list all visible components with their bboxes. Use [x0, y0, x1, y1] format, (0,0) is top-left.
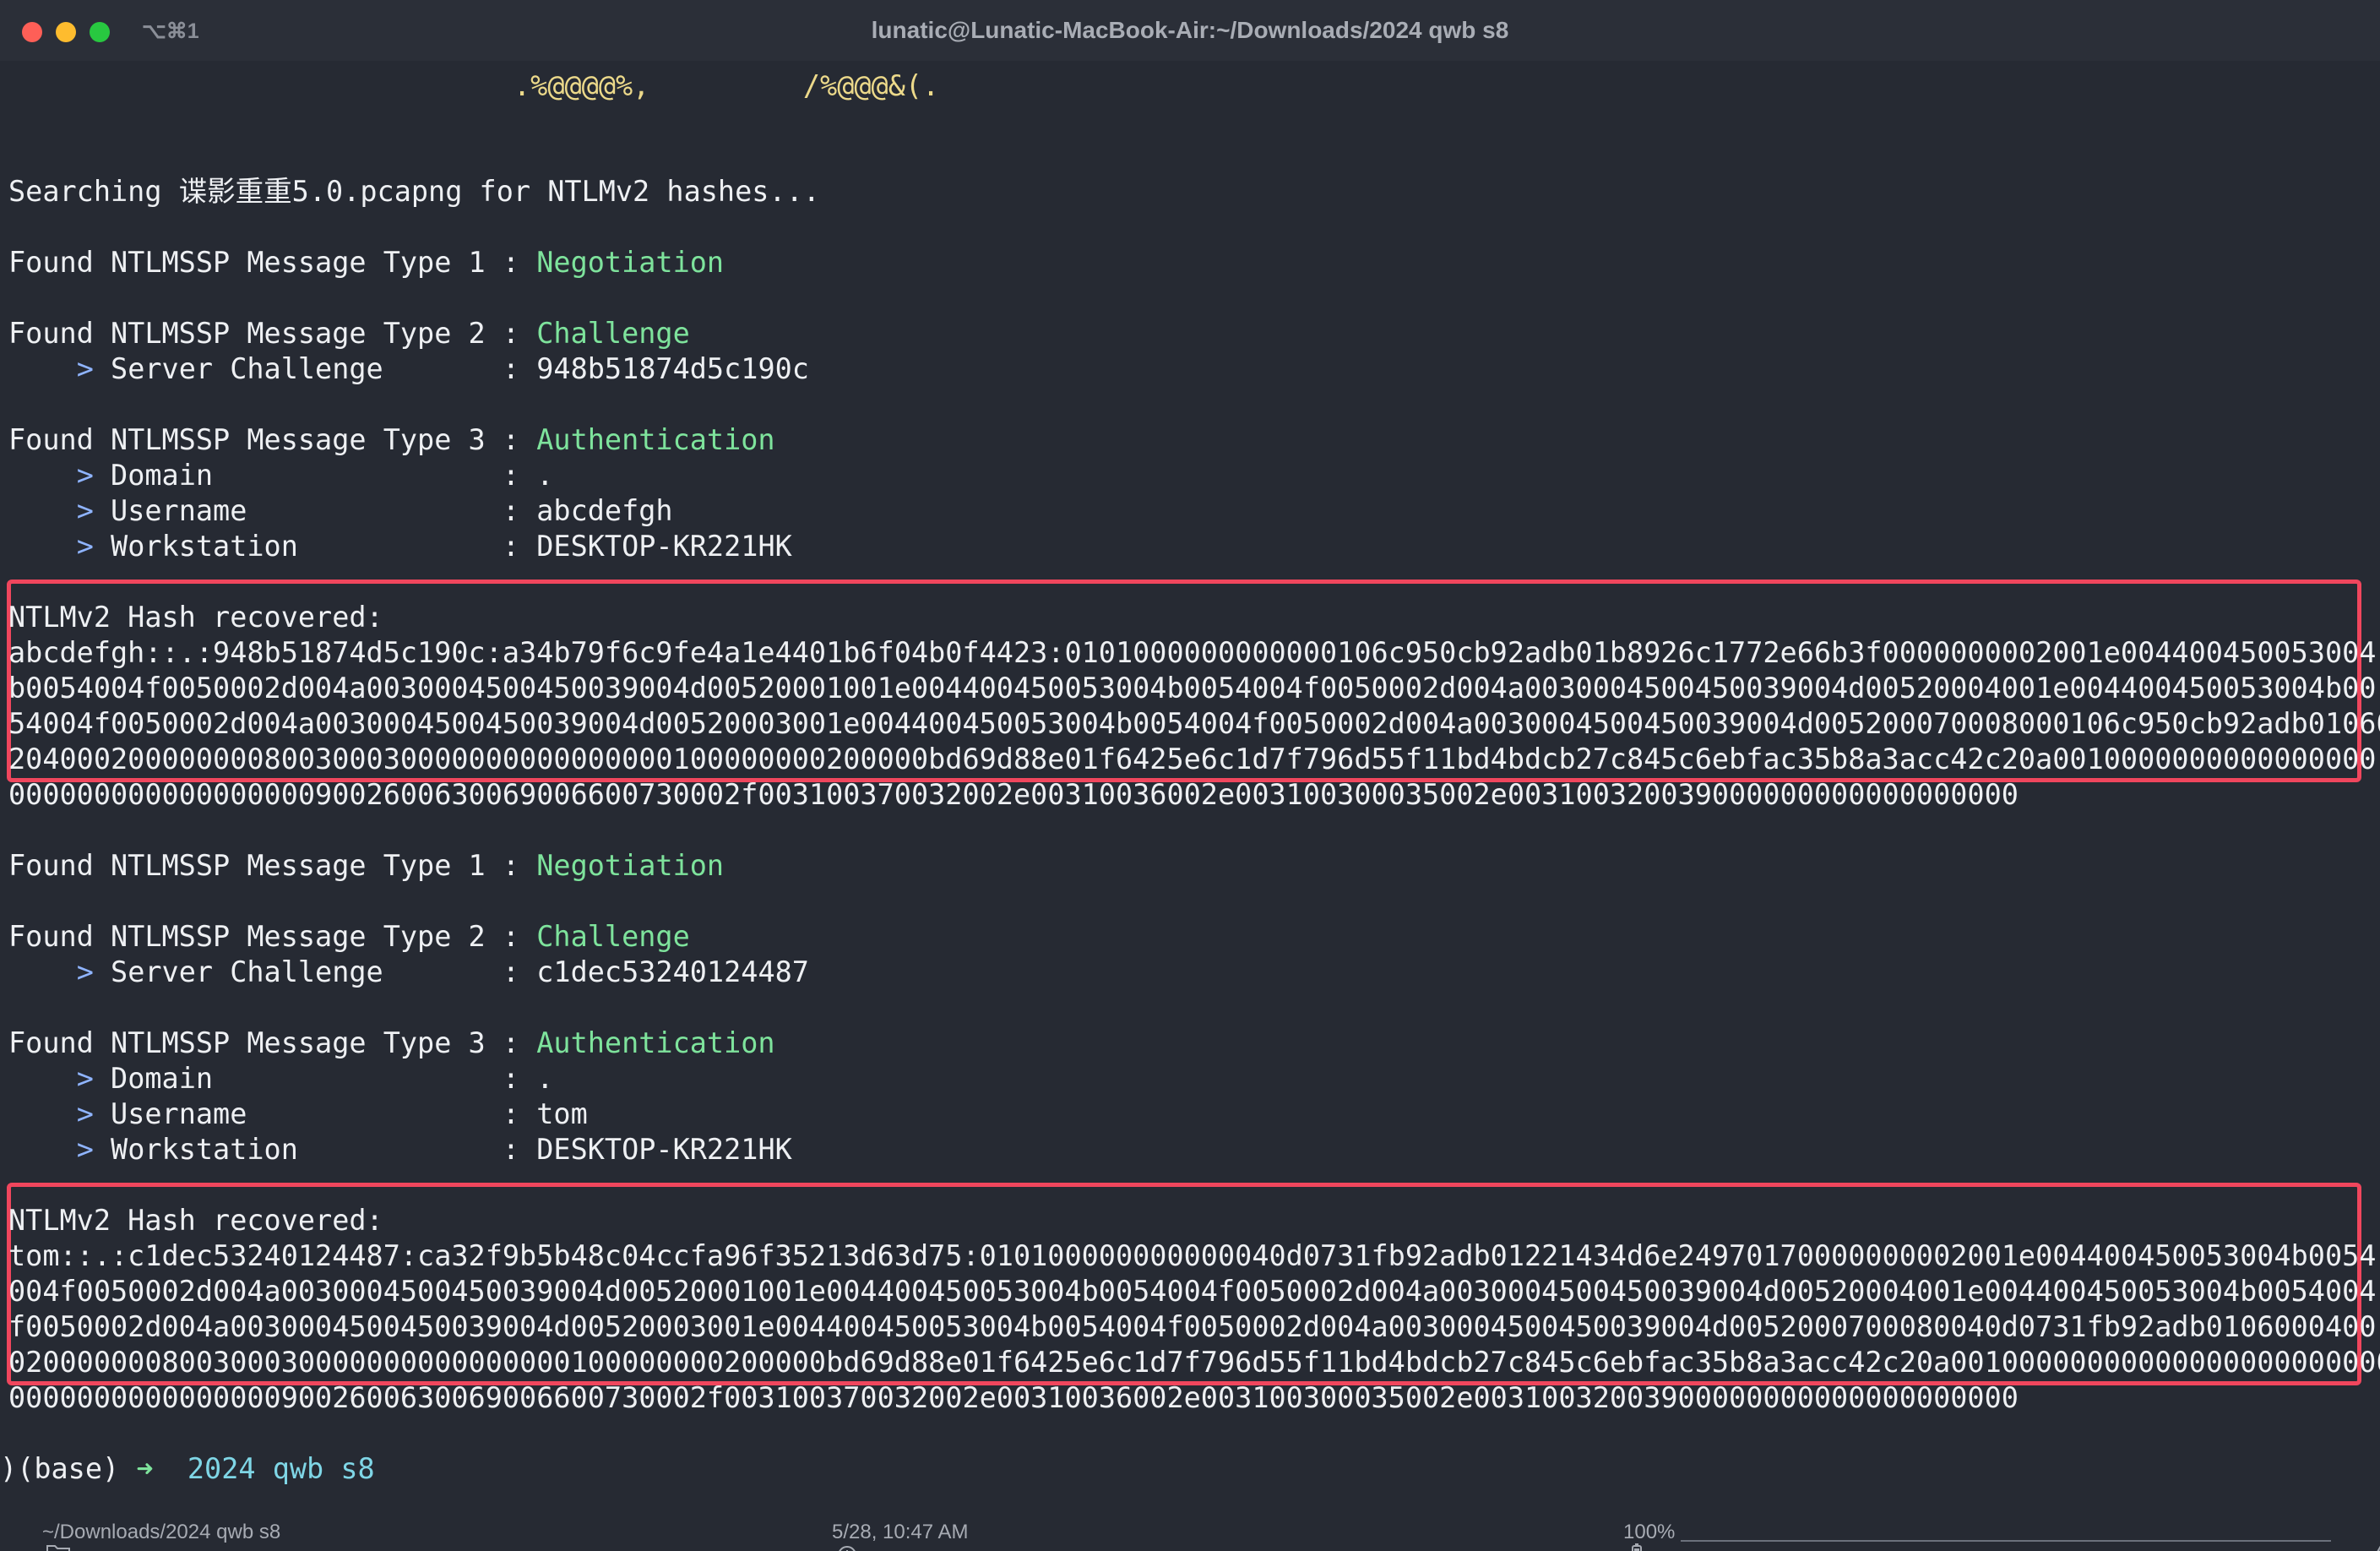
workstation-line: > Workstation : DESKTOP-KR221HK [76, 1133, 792, 1166]
hash-line: b0054004f0050002d004a0030004500450039004… [8, 672, 2377, 705]
hash-line: abcdefgh::.:948b51874d5c190c:a34b79f6c9f… [8, 636, 2377, 669]
search-line: Searching 谍影重重5.0.pcapng for NTLMv2 hash… [8, 175, 820, 208]
status-datetime: 5/28, 10:47 AM [832, 1521, 969, 1543]
prompt-env: )(base) [0, 1452, 120, 1485]
hash-line: 0000000000000000900260063006900660073000… [8, 1381, 2019, 1414]
username-line: > Username : tom [76, 1097, 588, 1130]
status-bar: ~/Downloads/2024 qwb s8 5/28, 10:47 AM 1… [0, 1512, 2380, 1551]
battery-level-fill [1681, 1540, 2331, 1542]
ascii-art-line: .%@@@@%, /%@@@&(. [513, 69, 940, 102]
hash-line: 2040002000000008003000300000000000000001… [8, 743, 2377, 776]
message-type-3-line: Found NTLMSSP Message Type 3 : Authentic… [8, 1026, 775, 1059]
message-type-2-line: Found NTLMSSP Message Type 2 : Challenge [8, 317, 690, 350]
message-type-2-line: Found NTLMSSP Message Type 2 : Challenge [8, 920, 690, 953]
hash-line: 0000000000000000009002600630069006600730… [8, 778, 2019, 811]
message-type-1-line: Found NTLMSSP Message Type 1 : Negotiati… [8, 849, 725, 882]
server-challenge-line: > Server Challenge : 948b51874d5c190c [76, 352, 809, 385]
username-line: > Username : abcdefgh [76, 494, 673, 527]
terminal-window: ⌥⌘1 lunatic@Lunatic-MacBook-Air:~/Downlo… [0, 0, 2380, 1551]
message-type-1-line: Found NTLMSSP Message Type 1 : Negotiati… [8, 246, 725, 279]
bolt-icon [2338, 1519, 2380, 1551]
message-type-3-line: Found NTLMSSP Message Type 3 : Authentic… [8, 423, 775, 456]
prompt-arrow: ➜ [136, 1452, 154, 1485]
title-bar: ⌥⌘1 lunatic@Lunatic-MacBook-Air:~/Downlo… [0, 0, 2380, 61]
hash-line: tom::.:c1dec53240124487:ca32f9b5b48c04cc… [8, 1239, 2377, 1272]
hash-line: 004f0050002d004a0030004500450039004d0052… [8, 1275, 2377, 1308]
workstation-line: > Workstation : DESKTOP-KR221HK [76, 530, 792, 563]
shell-prompt[interactable]: )(base) ➜ 2024 qwb s8 [0, 1451, 375, 1487]
battery-level-bar [1681, 1540, 2331, 1542]
status-path[interactable]: ~/Downloads/2024 qwb s8 [42, 1521, 280, 1544]
hash-line: 54004f0050002d004a0030004500450039004d00… [8, 707, 2380, 740]
prompt-directory: 2024 qwb s8 [187, 1452, 375, 1485]
battery-percentage: 100% [1623, 1521, 1676, 1543]
server-challenge-line: > Server Challenge : c1dec53240124487 [76, 955, 809, 988]
terminal-output[interactable]: .%@@@@%, /%@@@&(. Searching 谍影重重5.0.pcap… [0, 61, 2380, 1512]
hash-header: NTLMv2 Hash recovered: [8, 601, 383, 634]
domain-line: > Domain : . [76, 1062, 554, 1095]
domain-line: > Domain : . [76, 459, 554, 492]
hash-header: NTLMv2 Hash recovered: [8, 1204, 383, 1237]
hash-line: f0050002d004a0030004500450039004d0052000… [8, 1310, 2377, 1343]
window-title: lunatic@Lunatic-MacBook-Air:~/Downloads/… [871, 17, 1509, 43]
hash-line: 0200000008003000300000000000000001000000… [8, 1346, 2380, 1379]
